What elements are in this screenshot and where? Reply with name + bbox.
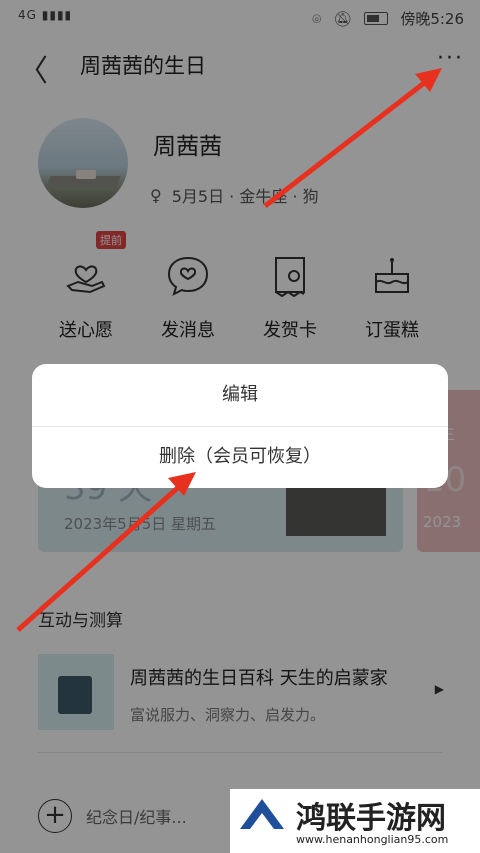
annotation-arrows	[16, 68, 442, 632]
site-logo-icon	[240, 799, 284, 829]
arrow-to-more	[263, 68, 442, 208]
watermark: 鸿联手游网 www.henanhonglian95.com	[230, 789, 480, 853]
watermark-url: www.henanhonglian95.com	[296, 833, 449, 846]
arrow-to-delete	[16, 472, 196, 632]
watermark-title: 鸿联手游网	[296, 801, 446, 836]
